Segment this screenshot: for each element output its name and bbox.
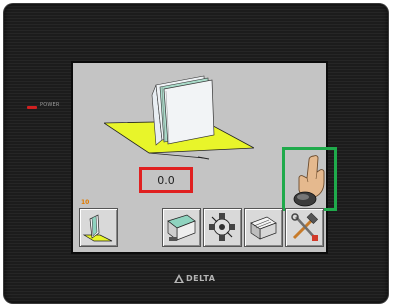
book-stand-button[interactable] bbox=[79, 208, 118, 247]
delta-logo: DELTA bbox=[174, 274, 215, 283]
machine-part-button[interactable] bbox=[203, 208, 242, 247]
machine-part-icon bbox=[209, 213, 235, 241]
tools-icon bbox=[291, 212, 319, 241]
tools-button[interactable] bbox=[285, 208, 324, 247]
power-led bbox=[27, 106, 37, 109]
counter-label: 10 bbox=[81, 199, 90, 206]
power-label: POWER bbox=[40, 102, 60, 108]
book-stack-illustration bbox=[104, 75, 254, 160]
cutter-button[interactable] bbox=[244, 208, 283, 247]
value-display[interactable]: 0.0 bbox=[139, 167, 193, 193]
scanner-button[interactable] bbox=[162, 208, 201, 247]
delta-triangle-icon bbox=[174, 274, 184, 283]
cutter-icon bbox=[250, 216, 277, 240]
hand-icon bbox=[293, 154, 325, 206]
brand-name: DELTA bbox=[186, 274, 216, 283]
hmi-bezel: POWER 0.0 10 DELTA bbox=[3, 3, 389, 304]
hand-touch-button[interactable] bbox=[282, 147, 337, 211]
hmi-screen: 0.0 10 bbox=[71, 61, 337, 254]
scanner-icon bbox=[167, 214, 196, 241]
book-stand-icon bbox=[82, 214, 113, 242]
